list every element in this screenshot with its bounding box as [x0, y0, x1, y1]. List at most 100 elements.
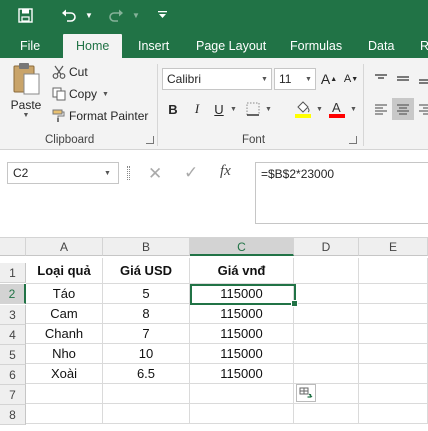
font-name-dropdown-icon[interactable]: ▼ — [261, 76, 271, 83]
empty-cell[interactable] — [190, 384, 294, 404]
row-header-3[interactable]: 3 — [0, 305, 26, 325]
enter-icon[interactable]: ✓ — [184, 163, 198, 183]
shrink-font-button[interactable]: A ▼ — [340, 68, 362, 90]
tab-home[interactable]: Home — [63, 34, 123, 58]
undo-dropdown-icon[interactable]: ▼ — [85, 0, 93, 30]
auto-fill-options-icon[interactable] — [296, 384, 316, 402]
row-header-7[interactable]: 7 — [0, 385, 26, 405]
table-cell[interactable]: 10 — [103, 344, 190, 364]
underline-button[interactable]: U — [208, 98, 230, 120]
table-cell[interactable]: Chanh — [26, 324, 103, 344]
copy-dropdown-icon[interactable]: ▼ — [102, 91, 109, 98]
borders-button[interactable] — [242, 98, 264, 120]
row-header-5[interactable]: 5 — [0, 345, 26, 365]
empty-cell[interactable] — [359, 364, 428, 384]
empty-cell[interactable] — [294, 304, 359, 324]
copy-button[interactable]: Copy ▼ — [52, 85, 109, 103]
table-cell[interactable]: 5 — [103, 284, 190, 304]
insert-function-icon[interactable]: fx — [220, 163, 231, 180]
table-cell[interactable]: 8 — [103, 304, 190, 324]
tab-file[interactable]: File — [20, 34, 40, 58]
tab-data[interactable]: Data — [368, 34, 394, 58]
cancel-icon[interactable]: ✕ — [148, 164, 162, 184]
column-header-b[interactable]: B — [103, 238, 190, 256]
empty-cell[interactable] — [359, 304, 428, 324]
column-header-a[interactable]: A — [26, 238, 103, 256]
bottom-align-button[interactable] — [414, 68, 428, 90]
cut-button[interactable]: Cut — [52, 63, 88, 81]
empty-cell[interactable] — [294, 284, 359, 304]
empty-cell[interactable] — [359, 284, 428, 304]
italic-button[interactable]: I — [186, 98, 208, 120]
empty-cell[interactable] — [103, 384, 190, 404]
empty-cell[interactable] — [359, 384, 428, 404]
empty-cell[interactable] — [190, 404, 294, 424]
empty-cell[interactable] — [26, 404, 103, 424]
empty-cell[interactable] — [103, 404, 190, 424]
column-header-c[interactable]: C — [190, 238, 294, 256]
redo-dropdown-icon[interactable]: ▼ — [132, 0, 140, 30]
row-header-6[interactable]: 6 — [0, 365, 26, 385]
font-size-dropdown-icon[interactable]: ▼ — [305, 76, 315, 83]
font-size-box[interactable]: 11 ▼ — [274, 68, 316, 90]
table-cell[interactable]: 115000 — [190, 324, 294, 344]
table-cell[interactable]: Táo — [26, 284, 103, 304]
redo-icon[interactable] — [105, 0, 127, 30]
table-cell[interactable]: Nho — [26, 344, 103, 364]
middle-align-button[interactable] — [392, 68, 414, 90]
select-all-corner[interactable] — [0, 238, 26, 256]
empty-cell[interactable] — [294, 344, 359, 364]
empty-cell[interactable] — [294, 364, 359, 384]
grow-font-button[interactable]: A ▲ — [318, 68, 340, 90]
align-right-button[interactable] — [414, 98, 428, 120]
font-name-box[interactable]: Calibri ▼ — [162, 68, 272, 90]
empty-cell[interactable] — [294, 258, 359, 284]
column-header-e[interactable]: E — [359, 238, 428, 256]
font-color-dropdown-icon[interactable]: ▼ — [350, 106, 357, 113]
empty-cell[interactable] — [359, 404, 428, 424]
bold-button[interactable]: B — [162, 98, 184, 120]
font-color-button[interactable]: A — [326, 98, 348, 120]
row-header-2[interactable]: 2 — [0, 284, 26, 304]
table-header-cell[interactable]: Giá USD — [103, 258, 190, 284]
table-cell[interactable]: 115000 — [190, 304, 294, 324]
name-box[interactable]: C2 ▼ — [7, 162, 119, 184]
empty-cell[interactable] — [294, 324, 359, 344]
undo-icon[interactable] — [58, 0, 80, 30]
top-align-button[interactable] — [370, 68, 392, 90]
paste-dropdown-icon[interactable]: ▼ — [23, 112, 30, 119]
align-center-button[interactable] — [392, 98, 414, 120]
customize-qat-icon[interactable] — [158, 0, 167, 30]
column-header-d[interactable]: D — [294, 238, 359, 256]
formula-bar-grip-icon[interactable] — [127, 166, 130, 180]
borders-dropdown-icon[interactable]: ▼ — [265, 106, 272, 113]
row-header-8[interactable]: 8 — [0, 405, 26, 425]
name-box-dropdown-icon[interactable]: ▼ — [104, 170, 118, 177]
row-header-4[interactable]: 4 — [0, 325, 26, 345]
underline-dropdown-icon[interactable]: ▼ — [230, 106, 237, 113]
empty-cell[interactable] — [294, 404, 359, 424]
table-cell[interactable]: 7 — [103, 324, 190, 344]
formula-input[interactable]: =$B$2*23000 — [255, 162, 428, 224]
table-cell[interactable]: Xoài — [26, 364, 103, 384]
tab-formulas[interactable]: Formulas — [290, 34, 342, 58]
fill-color-dropdown-icon[interactable]: ▼ — [316, 106, 323, 113]
table-cell[interactable]: 115000 — [190, 344, 294, 364]
fill-color-button[interactable] — [292, 98, 314, 120]
table-cell[interactable]: Cam — [26, 304, 103, 324]
table-header-cell[interactable]: Giá vnđ — [190, 258, 294, 284]
font-launcher-icon[interactable] — [349, 136, 357, 144]
format-painter-button[interactable]: Format Painter — [52, 107, 148, 125]
tab-review[interactable]: R — [420, 34, 428, 58]
clipboard-launcher-icon[interactable] — [146, 136, 154, 144]
empty-cell[interactable] — [359, 258, 428, 284]
table-cell[interactable]: 115000 — [190, 284, 294, 304]
table-cell[interactable]: 115000 — [190, 364, 294, 384]
empty-cell[interactable] — [359, 324, 428, 344]
tab-insert[interactable]: Insert — [138, 34, 169, 58]
paste-button[interactable]: Paste ▼ — [8, 62, 44, 128]
table-cell[interactable]: 6.5 — [103, 364, 190, 384]
align-left-button[interactable] — [370, 98, 392, 120]
save-icon[interactable] — [14, 0, 36, 30]
empty-cell[interactable] — [26, 384, 103, 404]
